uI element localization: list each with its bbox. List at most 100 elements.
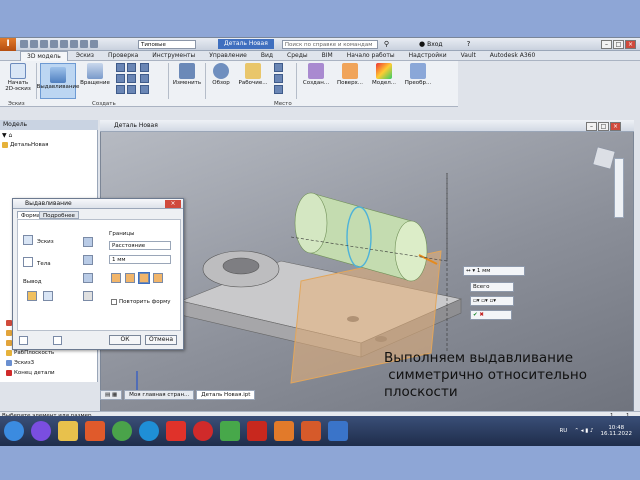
filter-icon[interactable]: ▼ ⌂ (2, 132, 12, 139)
sweep-icon[interactable] (127, 63, 136, 72)
color-icon[interactable] (90, 40, 98, 48)
explorer-icon[interactable] (58, 421, 78, 441)
home-icon[interactable] (70, 40, 78, 48)
yandex-icon[interactable] (166, 421, 186, 441)
rib-icon[interactable] (116, 74, 125, 83)
loft-icon[interactable] (116, 63, 125, 72)
inventor-icon[interactable] (274, 421, 294, 441)
doc-tab-1[interactable]: Деталь Новая.ipt (196, 390, 256, 400)
maximize-button[interactable]: □ (613, 39, 624, 49)
simulation-button[interactable]: Модел... (368, 63, 400, 86)
language-indicator[interactable]: RU (559, 428, 567, 434)
tab-5[interactable]: Вид (255, 51, 279, 60)
tab-6[interactable]: Среды (281, 51, 314, 60)
cut-icon[interactable] (83, 255, 93, 265)
surface-button[interactable]: Поверх... (334, 63, 366, 86)
emboss-icon[interactable] (116, 85, 125, 94)
extrude-button[interactable]: Выдавливание (37, 63, 79, 99)
navigation-bar[interactable] (614, 158, 624, 218)
direction-mini-select[interactable]: Всего (470, 282, 514, 292)
app-logo-icon[interactable]: I (0, 37, 16, 51)
match-shape-row[interactable]: Повторить форму (111, 299, 171, 305)
tab-2[interactable]: Проверка (102, 51, 144, 60)
pattern-icon[interactable] (274, 63, 283, 72)
operation-mini-buttons[interactable]: ▫▾ ▫▾ ▫▾ (470, 296, 514, 306)
start-icon[interactable] (4, 421, 24, 441)
window-icon[interactable] (328, 421, 348, 441)
output-solid-icon[interactable] (27, 291, 37, 301)
tab-11[interactable]: Autodesk A360 (484, 51, 542, 60)
tab-10[interactable]: Vault (455, 51, 482, 60)
sign-in-link[interactable]: Вход (427, 41, 443, 48)
direction-2-icon[interactable] (125, 273, 135, 283)
alice-icon[interactable] (31, 421, 51, 441)
chamfer-icon[interactable] (140, 85, 149, 94)
doc-tab-home[interactable]: ▤ ▦ (100, 390, 123, 400)
save-icon[interactable] (40, 40, 48, 48)
help-icon[interactable] (19, 336, 28, 345)
tree-item[interactable]: РабПлоскость (6, 350, 54, 356)
presentation-icon[interactable] (301, 421, 321, 441)
binoculars-icon[interactable]: ⚲ (384, 40, 389, 48)
tree-item[interactable]: Конец детали (6, 370, 55, 376)
undo-icon[interactable] (50, 40, 58, 48)
tab-4[interactable]: Управление (203, 51, 253, 60)
tab-0[interactable]: 3D модель (20, 50, 68, 61)
new-solid-icon[interactable] (83, 291, 93, 301)
help-icon[interactable]: ? (467, 40, 471, 48)
output-surface-icon[interactable] (43, 291, 53, 301)
tab-9[interactable]: Надстройки (403, 51, 453, 60)
intersect-icon[interactable] (83, 273, 93, 283)
solids-select-icon[interactable] (23, 257, 33, 267)
viewport-minimize-button[interactable]: – (586, 122, 597, 131)
start-sketch-button[interactable]: Начать 2D-эскиз (4, 63, 32, 92)
cancel-button[interactable]: Отмена (145, 335, 177, 345)
fillet-icon[interactable] (140, 74, 149, 83)
direction-1-icon[interactable] (111, 273, 121, 283)
distance-input[interactable]: 1 мм (109, 255, 171, 264)
mirror-icon[interactable] (274, 74, 283, 83)
new-icon[interactable] (20, 40, 28, 48)
coil-icon[interactable] (127, 74, 136, 83)
torrent-icon[interactable] (220, 421, 240, 441)
symmetric-icon[interactable] (138, 272, 150, 284)
doc-tab-0[interactable]: Моя главная стран... (124, 390, 195, 400)
tab-8[interactable]: Начало работы (341, 51, 401, 60)
explore-button[interactable]: Обзор (208, 63, 234, 86)
hole-icon[interactable] (140, 63, 149, 72)
chrome-icon[interactable] (112, 421, 132, 441)
cancel-x-icon[interactable]: ✖ (479, 312, 484, 318)
revolve-button[interactable]: Вращение (80, 63, 110, 86)
tray-icons[interactable]: ⌃ ◂ ▮ ♪ (574, 428, 593, 434)
open-icon[interactable] (30, 40, 38, 48)
tab-more[interactable]: Подробнее (39, 211, 79, 219)
redo-icon[interactable] (60, 40, 68, 48)
edge-icon[interactable] (139, 421, 159, 441)
tab-3[interactable]: Инструменты (146, 51, 201, 60)
profile-select-icon[interactable] (23, 235, 33, 245)
viewport-close-button[interactable]: × (610, 122, 621, 131)
extents-select[interactable]: Расстояние (109, 241, 171, 250)
media-icon[interactable] (85, 421, 105, 441)
work-features-button[interactable]: Рабочие... (238, 63, 268, 86)
viewcube-icon[interactable] (592, 146, 616, 170)
viewport-restore-button[interactable]: □ (598, 122, 609, 131)
match-shape-checkbox[interactable] (111, 299, 117, 305)
modify-button[interactable]: Изменить (172, 63, 202, 86)
pdf-icon[interactable] (247, 421, 267, 441)
opera-icon[interactable] (193, 421, 213, 441)
ok-button[interactable]: ОК (109, 335, 141, 345)
derive-icon[interactable] (127, 85, 136, 94)
dialog-close-button[interactable]: × (165, 200, 181, 208)
clock[interactable]: 10:48 16.11.2022 (601, 425, 633, 437)
join-icon[interactable] (83, 237, 93, 247)
create-freeform-button[interactable]: Создан... (300, 63, 332, 86)
preview-icon[interactable] (53, 336, 62, 345)
tab-1[interactable]: Эскиз (70, 51, 100, 60)
circular-icon[interactable] (274, 85, 283, 94)
apply-check-icon[interactable]: ✔ (473, 312, 478, 318)
search-input[interactable]: Поиск по справке и командам (281, 39, 378, 49)
material-combo[interactable]: Типовые (138, 39, 196, 49)
select-icon[interactable] (80, 40, 88, 48)
distance-mini-input[interactable]: ↔ ▾ 1 мм (463, 266, 525, 276)
